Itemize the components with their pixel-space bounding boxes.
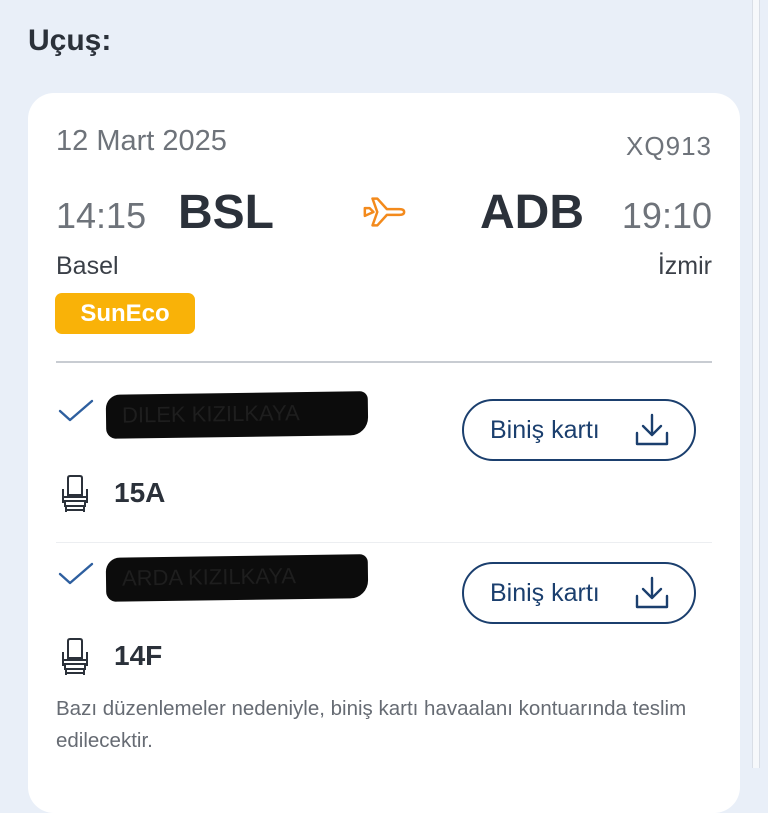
- passenger-name: DILEK KIZILKAYA: [121, 400, 300, 428]
- download-icon: [635, 576, 669, 609]
- boarding-pass-label: Biniş kartı: [490, 579, 600, 607]
- boarding-pass-button[interactable]: Biniş kartı: [462, 399, 696, 461]
- departure-city: Basel: [56, 252, 119, 280]
- boarding-pass-button[interactable]: Biniş kartı: [462, 562, 696, 624]
- passenger-row: ARDA KIZILKAYA Biniş kartı 14F: [28, 550, 740, 700]
- arrival-airport-code: ADB: [480, 186, 584, 239]
- seat-icon: [62, 475, 88, 512]
- passenger-name: ARDA KIZILKAYA: [121, 563, 297, 591]
- scrollbar[interactable]: [752, 0, 760, 768]
- departure-time: 14:15: [56, 195, 147, 236]
- boarding-pass-notice: Bazı düzenlemeler nedeniyle, biniş kartı…: [56, 697, 687, 752]
- seat-number: 15A: [114, 477, 166, 508]
- passenger-name-redacted: DILEK KIZILKAYA: [105, 391, 369, 439]
- section-title: Uçuş:: [28, 24, 112, 57]
- checkmark-icon: [58, 562, 94, 585]
- passenger-row: DILEK KIZILKAYA Biniş kartı 15A: [28, 387, 740, 537]
- airplane-icon: [363, 197, 406, 227]
- passenger-divider: [56, 542, 712, 543]
- passenger-name-redacted: ARDA KIZILKAYA: [105, 554, 369, 602]
- download-icon: [635, 413, 669, 446]
- seat-icon: [62, 638, 88, 675]
- seat-number: 14F: [114, 640, 163, 671]
- flight-card: 12 Mart 2025 XQ913 14:15 BSL ADB 19:10 B…: [28, 93, 740, 813]
- flight-number: XQ913: [626, 131, 712, 161]
- boarding-pass-label: Biniş kartı: [490, 416, 600, 444]
- divider: [56, 361, 712, 363]
- checkmark-icon: [58, 399, 94, 422]
- arrival-time: 19:10: [621, 195, 712, 236]
- arrival-city: İzmir: [657, 252, 712, 280]
- flight-date: 12 Mart 2025: [56, 125, 227, 157]
- fare-badge: SunEco: [55, 293, 195, 334]
- departure-airport-code: BSL: [178, 186, 274, 239]
